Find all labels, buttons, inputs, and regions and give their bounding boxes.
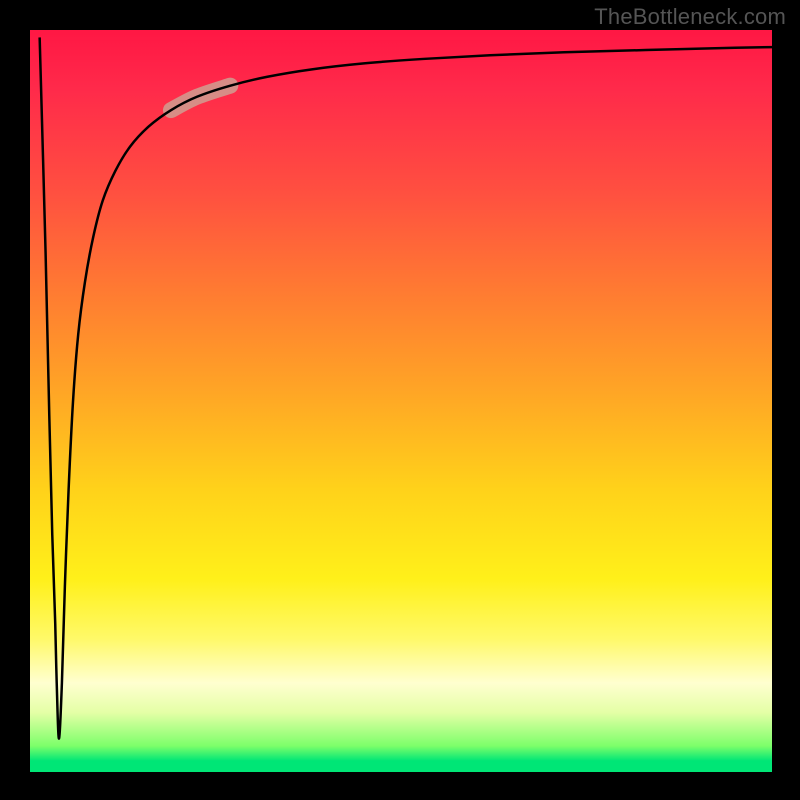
chart-stage: TheBottleneck.com (0, 0, 800, 800)
watermark-text: TheBottleneck.com (594, 4, 786, 30)
plot-frame (30, 30, 772, 772)
plot-gradient-background (30, 30, 772, 772)
